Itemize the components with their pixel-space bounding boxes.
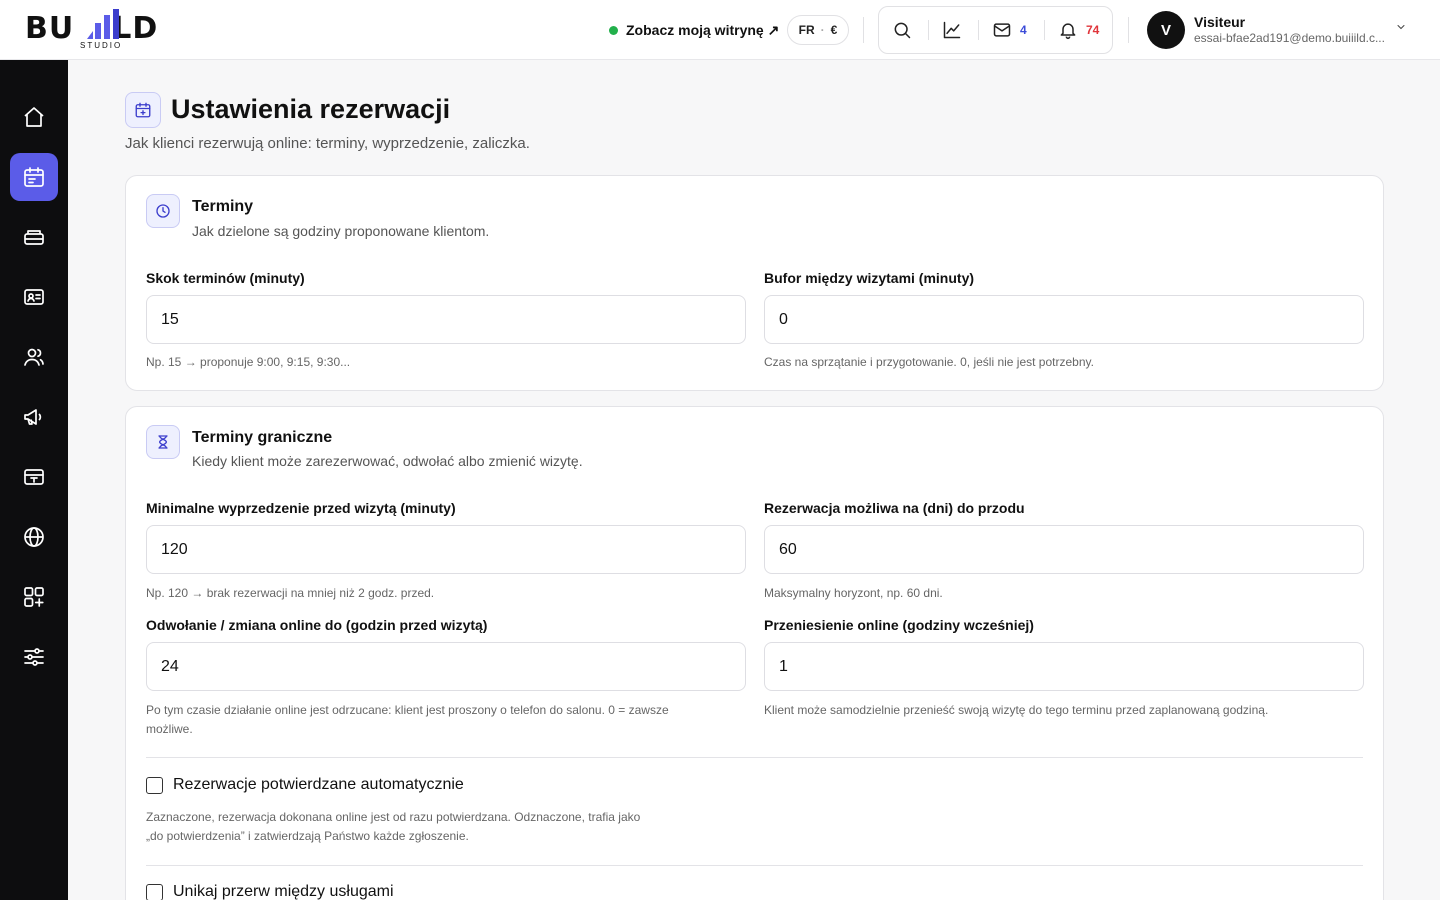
section-title: Terminy xyxy=(192,198,254,215)
reschedule-hint: Klient może samodzielnie przenieść swoją… xyxy=(764,703,1269,717)
buffer-input[interactable] xyxy=(764,295,1364,344)
search-button[interactable] xyxy=(892,7,912,53)
notifications-count: 74 xyxy=(1086,23,1100,37)
auto-confirm-hint: Zaznaczone, rezerwacja dokonana online j… xyxy=(146,808,640,846)
online-status-dot xyxy=(609,25,618,35)
mail-icon xyxy=(993,23,1011,37)
min-advance-hint: Np. 120 → brak rezerwacji na mniej niż 2… xyxy=(146,586,435,600)
section-title: Terminy graniczne xyxy=(192,429,333,446)
page-calendar-icon xyxy=(125,92,161,128)
megaphone-icon xyxy=(24,409,42,425)
days-ahead-input[interactable] xyxy=(764,525,1364,574)
analytics-button[interactable] xyxy=(942,7,962,53)
user-name: Visiteur xyxy=(1194,14,1246,30)
reschedule-input[interactable] xyxy=(764,642,1364,691)
hourglass-icon xyxy=(158,435,168,449)
language-currency-switch[interactable]: FR · € xyxy=(787,15,849,45)
auto-confirm-label: Rezerwacje potwierdzane automatycznie xyxy=(173,776,464,793)
divider xyxy=(1128,17,1129,43)
calendar-icon xyxy=(135,102,151,118)
step-input[interactable] xyxy=(146,295,746,344)
divider xyxy=(863,17,864,43)
reschedule-label: Przeniesienie online (godziny wcześniej) xyxy=(764,617,1034,633)
user-email: essai-bfae2ad191@demo.buiiild.c... xyxy=(1194,31,1385,45)
buffer-label: Bufor między wizytami (minuty) xyxy=(764,270,975,286)
cancel-hint-line-1: Po tym czasie działanie online jest odrz… xyxy=(146,703,669,717)
card-terminy-graniczne: Terminy graniczne Kiedy klient może zare… xyxy=(125,406,1384,900)
section-subtitle: Kiedy klient może zarezerwować, odwołać … xyxy=(192,453,583,469)
toolbar-icon-group: 4 74 xyxy=(878,6,1113,54)
days-ahead-label: Rezerwacja możliwa na (dni) do przodu xyxy=(764,500,1025,516)
cancel-label: Odwołanie / zmiana online do (godzin prz… xyxy=(146,617,488,633)
currency-label: € xyxy=(830,23,838,37)
avoid-gaps-label: Unikaj przerw między usługami xyxy=(173,883,394,900)
logo[interactable]: BU LD STUDIO xyxy=(25,9,185,53)
sidebar-item-contacts[interactable] xyxy=(10,273,58,321)
clock-icon xyxy=(156,204,170,218)
sidebar-item-home[interactable] xyxy=(10,93,58,141)
days-ahead-hint: Maksymalny horyzont, np. 60 dni. xyxy=(764,586,943,600)
logo-bars-icon xyxy=(87,9,119,39)
users-icon xyxy=(24,348,44,366)
sidebar-item-apps[interactable] xyxy=(10,573,58,621)
user-menu[interactable]: V Visiteur essai-bfae2ad191@demo.buiiild… xyxy=(1147,11,1417,49)
sidebar-item-users[interactable] xyxy=(10,333,58,381)
divider xyxy=(978,20,979,40)
payment-icon xyxy=(24,469,44,485)
section-subtitle: Jak dzielone są godziny proponowane klie… xyxy=(192,223,490,239)
divider xyxy=(928,20,929,40)
card-terminy: Terminy Jak dzielone są godziny proponow… xyxy=(125,175,1384,391)
auto-confirm-hint-line-1: Zaznaczone, rezerwacja dokonana online j… xyxy=(146,810,641,824)
auto-confirm-checkbox[interactable] xyxy=(146,776,163,794)
apps-icon xyxy=(24,587,44,607)
sidebar-item-calendar[interactable] xyxy=(10,153,58,201)
chevron-down-icon xyxy=(1397,25,1405,30)
sliders-icon xyxy=(24,648,44,666)
step-label: Skok terminów (minuty) xyxy=(146,270,305,286)
messages-count: 4 xyxy=(1020,23,1027,37)
sidebar xyxy=(0,60,68,900)
cancel-hint: Po tym czasie działanie online jest odrz… xyxy=(146,701,746,739)
calendar-icon xyxy=(24,167,44,187)
messages-button[interactable]: 4 xyxy=(992,7,1027,53)
step-hint: Np. 15 → proponuje 9:00, 9:15, 9:30... xyxy=(146,355,351,369)
section-icon xyxy=(146,425,180,459)
contact-card-icon xyxy=(24,289,44,305)
page-title: Ustawienia rezerwacji xyxy=(171,94,451,124)
bell-icon xyxy=(1060,23,1076,40)
auto-confirm-row[interactable]: Rezerwacje potwierdzane automatycznie xyxy=(146,776,464,794)
search-icon xyxy=(894,22,911,39)
sidebar-item-website[interactable] xyxy=(10,513,58,561)
divider xyxy=(146,757,1363,758)
top-bar: BU LD STUDIO Zobacz moją witrynę ↗ FR · €… xyxy=(0,0,1440,60)
view-site-label: Zobacz moją witrynę ↗ xyxy=(626,21,780,38)
buffer-hint: Czas na sprzątanie i przygotowanie. 0, j… xyxy=(764,355,1094,369)
page-subtitle: Jak klienci rezerwują online: terminy, w… xyxy=(125,135,530,152)
divider xyxy=(1044,20,1045,40)
globe-icon xyxy=(24,527,44,547)
avoid-gaps-row[interactable]: Unikaj przerw między usługami xyxy=(146,883,394,900)
chart-line-icon xyxy=(943,21,961,39)
view-site-link[interactable]: Zobacz moją witrynę ↗ xyxy=(609,19,779,41)
services-icon xyxy=(24,230,44,245)
auto-confirm-hint-line-2: „do potwierdzenia” i zatwierdzają Państw… xyxy=(146,829,469,843)
logo-subtitle: STUDIO xyxy=(80,41,123,50)
avoid-gaps-checkbox[interactable] xyxy=(146,883,163,900)
min-advance-input[interactable] xyxy=(146,525,746,574)
sidebar-item-settings[interactable] xyxy=(10,633,58,681)
min-advance-label: Minimalne wyprzedzenie przed wizytą (min… xyxy=(146,500,456,516)
separator-dot: · xyxy=(820,23,825,37)
divider xyxy=(146,865,1363,866)
section-icon xyxy=(146,194,180,228)
notifications-button[interactable]: 74 xyxy=(1058,7,1099,53)
sidebar-item-marketing[interactable] xyxy=(10,393,58,441)
cancel-input[interactable] xyxy=(146,642,746,691)
home-icon xyxy=(24,107,44,127)
sidebar-item-services[interactable] xyxy=(10,213,58,261)
sidebar-item-payments[interactable] xyxy=(10,453,58,501)
language-label: FR xyxy=(798,23,815,37)
cancel-hint-line-2: możliwe. xyxy=(146,722,193,736)
avatar: V xyxy=(1147,11,1185,49)
